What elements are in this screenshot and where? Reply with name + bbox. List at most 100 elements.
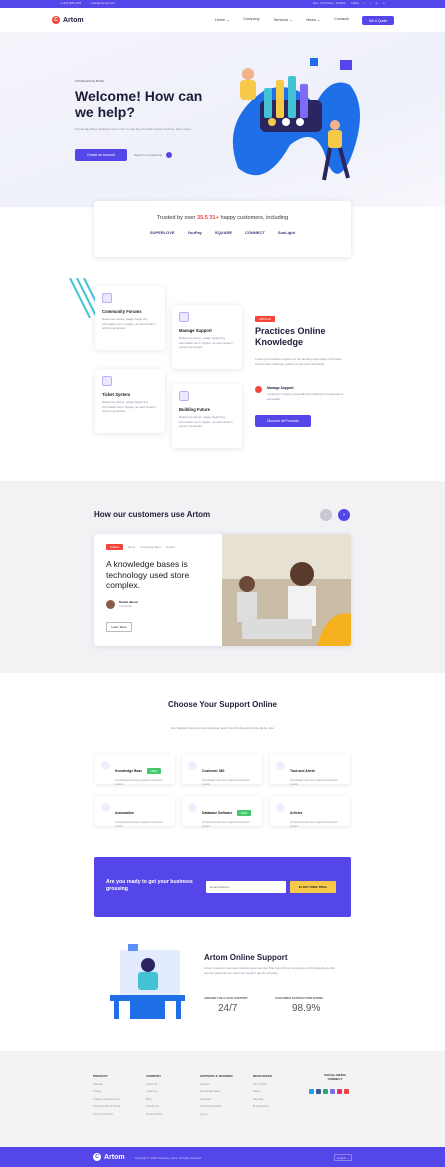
footer-link[interactable]: About Us (146, 1081, 163, 1089)
tab-knowledge-base[interactable]: Knowledge Base (140, 545, 161, 549)
tab-guides[interactable]: Guides (166, 545, 175, 549)
customers-photo (222, 534, 351, 646)
free-trial-button[interactable]: 30 DAY FREE TRIAL (290, 881, 336, 893)
create-account-button[interactable]: Create an Account (75, 149, 127, 161)
get-quote-button[interactable]: Get A Quote (362, 16, 394, 25)
point-text: Looking for beauty especially the relati… (267, 392, 344, 401)
tab-blogs[interactable]: Blogs (128, 545, 135, 549)
usage-headline: A knowledge bases is technology used sto… (106, 559, 190, 590)
nav-item-home[interactable]: Home ⌄ (215, 17, 229, 22)
search-questions-link[interactable]: Search on Questions (134, 153, 162, 157)
support-item-text: Knowledge base that organized collection… (115, 779, 163, 786)
footer-link[interactable]: Knowledge Base (200, 1088, 233, 1096)
footer-link[interactable]: Support (200, 1081, 233, 1089)
nav-item-contacts[interactable]: Contacts (334, 17, 349, 22)
support-item-articles[interactable]: Articles Knowledge base that organized c… (270, 796, 350, 828)
support-item-title: Automation (115, 811, 134, 815)
support-agent-illustration (110, 944, 185, 1019)
footer-link[interactable]: Customer (146, 1088, 163, 1096)
nav-item-news[interactable]: News ⌄ (306, 17, 320, 22)
support-item-text: Knowledge base that organized collection… (290, 821, 338, 828)
hero-illustration (232, 58, 360, 181)
email-input[interactable] (206, 881, 286, 893)
discover-products-button[interactable]: Discover all Products (255, 415, 311, 427)
footer-col-resources: RESOURCES All of Artom Status Site Map B… (253, 1073, 272, 1111)
cta-title: Are you ready to get your business gross… (106, 879, 193, 892)
linkedin-icon[interactable]: in (383, 2, 385, 5)
footer-col-title: PRODUCT (93, 1074, 108, 1078)
dribbble-icon[interactable] (337, 1089, 342, 1094)
play-icon[interactable] (166, 152, 172, 158)
support-item-automation[interactable]: Automation Knowledge base that organized… (95, 796, 175, 828)
learn-more-button[interactable]: Learn More (106, 622, 132, 632)
twitter-icon[interactable] (309, 1089, 314, 1094)
feature-card-community[interactable]: Community Forums Reference about, usage … (95, 286, 165, 350)
footer-link[interactable]: All of Artom (253, 1081, 272, 1089)
facebook-icon[interactable] (316, 1089, 321, 1094)
twitter-icon[interactable]: t (370, 2, 371, 5)
facebook-icon[interactable]: f (364, 2, 365, 5)
feature-text: Reference about, usage beginning informa… (179, 415, 233, 428)
support-item-text: Knowledge base that organized collection… (202, 779, 250, 786)
support-item-knowledge-base[interactable]: Knowledge Base NEW Knowledge base that o… (95, 754, 175, 786)
instagram-icon[interactable] (330, 1089, 335, 1094)
footer-link[interactable]: Brand Assets (253, 1103, 272, 1111)
stat-support-label: AROUND THE CLOCK SUPPORT (204, 996, 248, 1000)
follow-label: Follow: (351, 2, 360, 5)
whatsapp-icon[interactable] (323, 1089, 328, 1094)
prev-arrow-icon[interactable]: ‹ (320, 509, 332, 521)
author-name: Daniel Jibour (119, 600, 139, 604)
feature-card-ticket[interactable]: Ticket System Reference about, usage beg… (95, 369, 165, 433)
footer-link[interactable]: Terms of Service (93, 1111, 120, 1119)
trust-line: Trusted by over 35.5 31+ happy customers… (94, 215, 351, 221)
online-support-title: Artom Online Support (204, 953, 288, 962)
support-subtitle: Get Standard Services and breaking news … (170, 726, 275, 730)
stat-satisfaction-value: 98.9% (292, 1003, 321, 1014)
footer-link[interactable]: All Documentation (200, 1103, 233, 1111)
footer-link[interactable]: Website (93, 1081, 120, 1089)
youtube-icon[interactable] (344, 1089, 349, 1094)
footer-col-title: RESOURCES (253, 1074, 273, 1078)
footer-link[interactable]: Webinars (200, 1096, 233, 1104)
support-item-title: Database Software (202, 811, 233, 815)
online-support-text: Artom Customer we knew desired guest ser… (204, 966, 335, 975)
feature-text: Reference about, usage beginning informa… (102, 317, 156, 330)
footer-link[interactable]: Create a New account (93, 1096, 120, 1104)
articles-icon (276, 803, 285, 812)
tab-articles[interactable]: Articles (106, 544, 124, 550)
next-arrow-icon[interactable]: › (338, 509, 350, 521)
practices-title: Practices Online Knowledge (255, 326, 326, 347)
building-icon (179, 391, 189, 401)
phone-text[interactable]: +1 (00) 9654 4454 (60, 2, 81, 5)
nav-item-company[interactable]: Company (243, 17, 259, 22)
footer-logo[interactable]: C Artom (93, 1153, 125, 1161)
footer-link[interactable]: Blog (146, 1096, 163, 1104)
trusted-by-panel: Trusted by over 35.5 31+ happy customers… (94, 201, 351, 257)
footer-link[interactable]: Privacy Policy & Terms (93, 1103, 120, 1111)
feature-card-manage[interactable]: Manage Support Reference about, usage be… (172, 305, 242, 369)
footer-link[interactable]: Site Map (253, 1096, 272, 1104)
footer-link[interactable]: Pricing (93, 1088, 120, 1096)
instagram-icon[interactable]: ◎ (376, 2, 378, 5)
support-item-database[interactable]: Database Software NEW Knowledge base tha… (182, 796, 262, 828)
footer-link[interactable]: Status (253, 1088, 272, 1096)
hero-kicker: KNOWLEDGE BASE (75, 79, 105, 83)
language-select[interactable]: English ⌄ (334, 1154, 352, 1161)
check-icon (255, 386, 262, 393)
logo-mark-icon: C (93, 1153, 101, 1161)
email-text[interactable]: hello@example.com (91, 2, 115, 5)
top-bar: +1 (00) 9654 4454 hello@example.com Mon … (0, 0, 445, 8)
feature-card-building[interactable]: Building Future Reference about, usage b… (172, 384, 242, 448)
footer-link[interactable]: Privacy Policy (146, 1111, 163, 1119)
support-item-title: Articles (290, 811, 303, 815)
footer-link[interactable]: Log in (200, 1111, 233, 1119)
nav-item-services[interactable]: Services ⌄ (274, 17, 293, 22)
support-item-task-alerts[interactable]: Task and Alerts Knowledge base that orga… (270, 754, 350, 786)
new-badge: NEW (236, 810, 252, 816)
brand-logo[interactable]: C Artom (52, 16, 84, 24)
feature-title: Ticket System (102, 392, 131, 397)
stat-satisfaction-label: CUSTOMER SATISFACTION RATING (275, 996, 324, 1000)
support-item-customer-360[interactable]: Customer 360 Knowledge base that organiz… (182, 754, 262, 786)
footer-link[interactable]: Contact Us (146, 1103, 163, 1111)
footer-brand-name: Artom (104, 1153, 125, 1161)
